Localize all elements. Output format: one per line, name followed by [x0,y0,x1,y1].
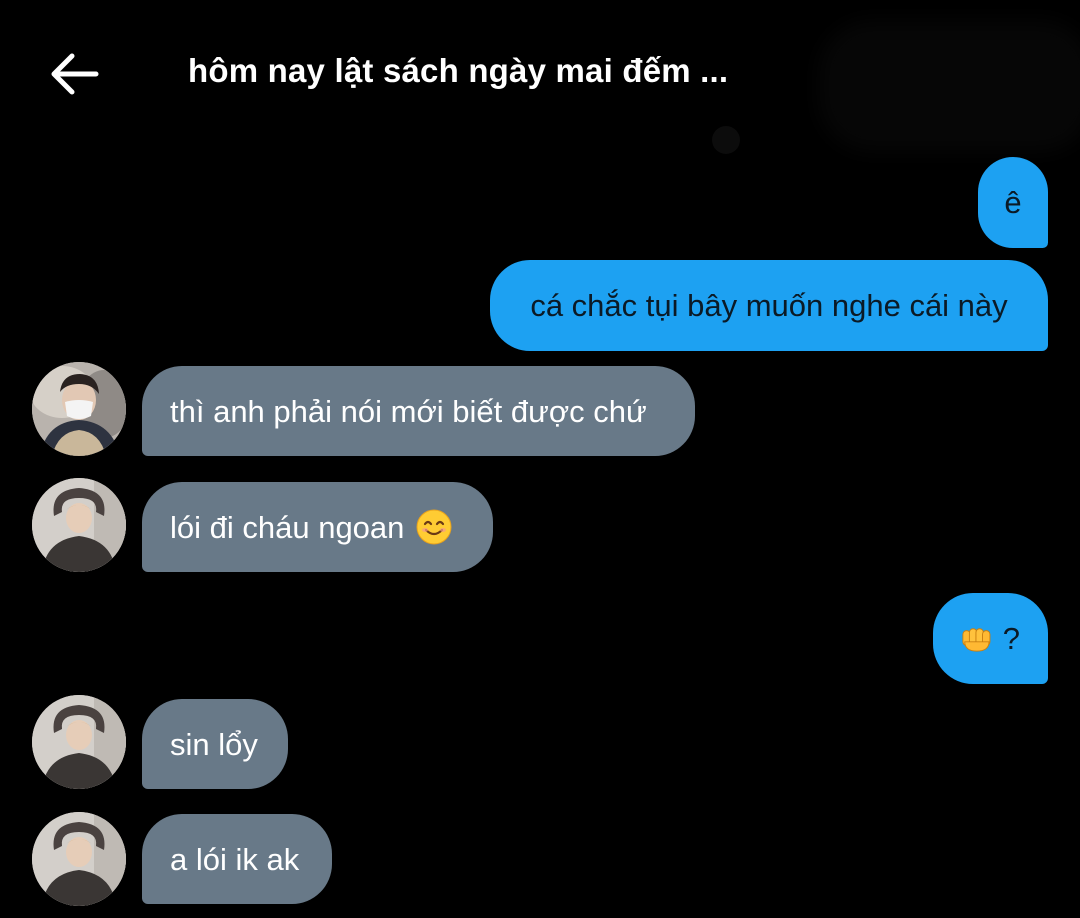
message-text: lói đi cháu ngoan [170,509,405,545]
received-message-bubble[interactable]: sin lổy [142,699,288,789]
oncoming-fist-icon [962,627,991,652]
avatar-heart-pose[interactable] [32,812,126,906]
message-text: thì anh phải nói mới biết được chứ [170,393,647,429]
smiling-face-icon [416,509,452,545]
avatar-heart-pose[interactable] [32,695,126,789]
redacted-mark [712,126,740,154]
redacted-area [832,34,1080,138]
message-text: ? [1002,621,1020,656]
avatar-masked-user[interactable] [32,362,126,456]
message-text: sin lổy [170,726,258,762]
message-text: a lói ik ak [170,841,300,877]
arrow-left-icon [51,53,99,95]
sent-message-bubble[interactable]: ? [933,593,1048,684]
received-message-bubble[interactable]: a lói ik ak [142,814,332,904]
received-message-bubble[interactable]: thì anh phải nói mới biết được chứ [142,366,695,456]
message-text: cá chắc tụi bây muốn nghe cái này [530,288,1008,323]
received-message-bubble[interactable]: lói đi cháu ngoan [142,482,493,572]
chat-header: hôm nay lật sách ngày mai đếm ... [0,0,1080,154]
sent-message-bubble[interactable]: ê [978,157,1048,248]
avatar-heart-pose[interactable] [32,478,126,572]
conversation-title[interactable]: hôm nay lật sách ngày mai đếm ... [188,52,728,90]
back-button[interactable] [48,50,100,98]
sent-message-bubble[interactable]: cá chắc tụi bây muốn nghe cái này [490,260,1048,351]
message-text: ê [1004,185,1022,220]
